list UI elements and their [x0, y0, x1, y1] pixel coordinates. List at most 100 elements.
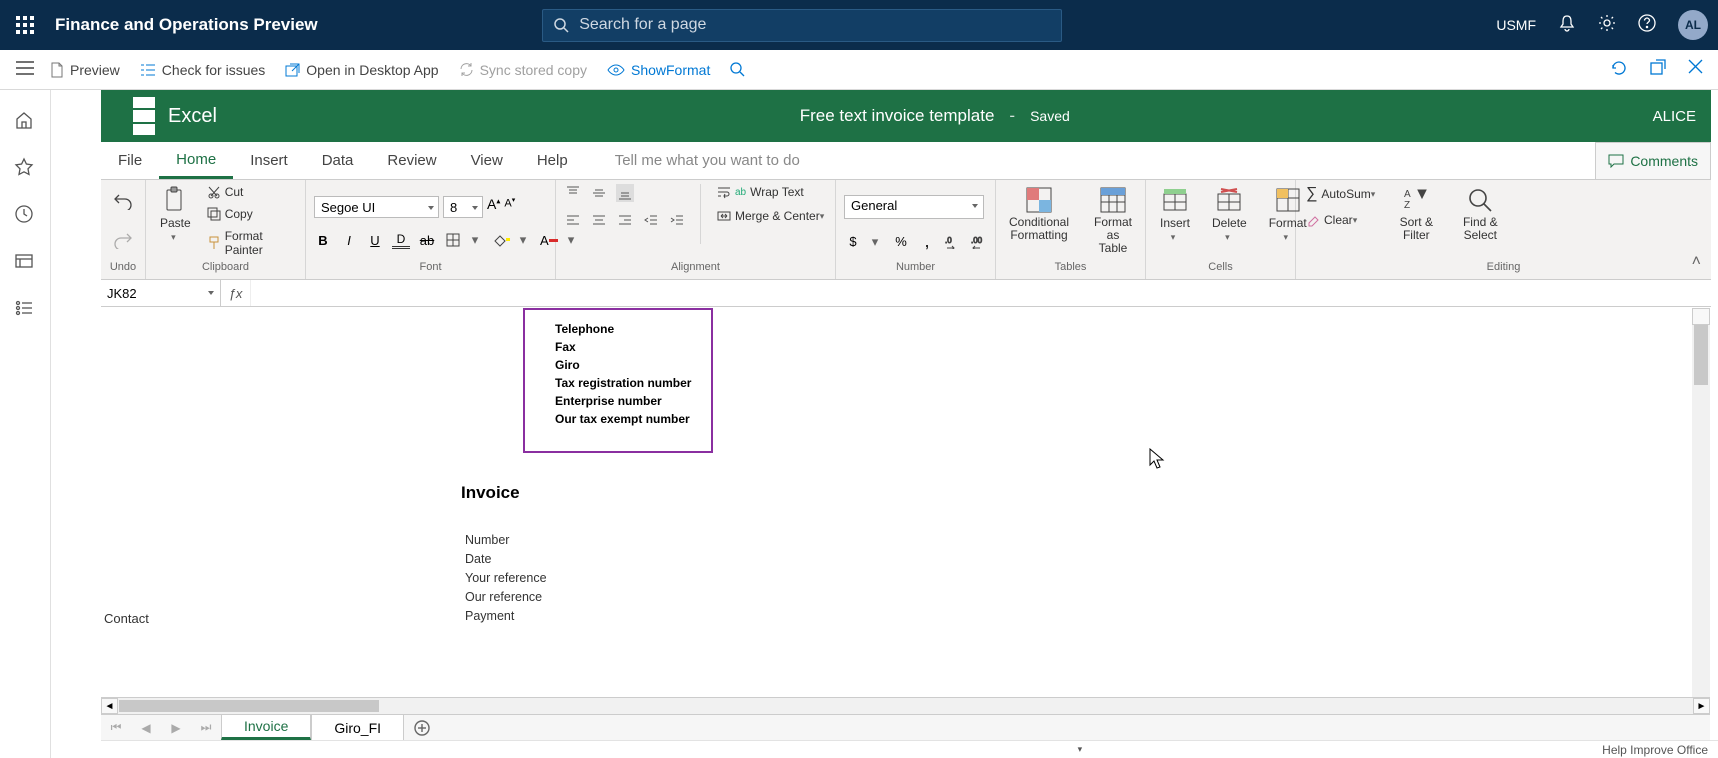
scroll-thumb[interactable] [1694, 325, 1708, 385]
clock-icon[interactable] [14, 204, 36, 226]
popout-button[interactable] [1650, 59, 1666, 80]
conditional-formatting-button[interactable]: Conditional Formatting [1004, 184, 1074, 244]
vertical-scrollbar[interactable] [1692, 308, 1710, 698]
group-tables-label: Tables [1004, 261, 1137, 277]
sheet-tab-giro[interactable]: Giro_FI [311, 715, 404, 740]
bell-icon[interactable] [1558, 14, 1576, 37]
search-placeholder: Search for a page [579, 16, 706, 34]
search-toolbar-button[interactable] [730, 62, 745, 77]
increase-decimal-button[interactable]: .0 [944, 233, 962, 251]
cond-format-icon [1025, 186, 1053, 214]
scroll-left-icon[interactable]: ◄ [101, 698, 118, 714]
comments-button[interactable]: Comments [1595, 142, 1711, 179]
increase-font-icon[interactable]: A▴ [487, 196, 500, 218]
collapse-ribbon-icon[interactable]: ˄ [1692, 253, 1701, 271]
help-improve-link[interactable]: Help Improve Office [1602, 743, 1708, 757]
sheet-nav-next-icon[interactable]: ▶ [161, 715, 191, 740]
check-issues-button[interactable]: Check for issues [140, 62, 265, 78]
scroll-up-icon[interactable] [1692, 308, 1710, 325]
fx-icon[interactable]: ƒx [221, 280, 251, 306]
number-format-select[interactable]: General [844, 195, 984, 219]
show-format-button[interactable]: ShowFormat [607, 62, 710, 78]
horizontal-scrollbar[interactable]: ◄ ► [101, 697, 1710, 714]
find-select-button[interactable]: Find & Select [1455, 184, 1505, 244]
help-icon[interactable] [1638, 14, 1656, 37]
company-code[interactable]: USMF [1496, 17, 1536, 33]
increase-indent-button[interactable] [668, 212, 686, 230]
user-name[interactable]: ALICE [1653, 108, 1696, 125]
scroll-right-icon[interactable]: ► [1693, 698, 1710, 714]
comma-button[interactable]: , [918, 233, 936, 251]
delete-cell-icon [1215, 186, 1243, 214]
tab-home[interactable]: Home [159, 142, 233, 179]
merge-center-button[interactable]: Merge & Center▾ [715, 208, 826, 224]
fill-color-button[interactable] [492, 231, 510, 249]
strikethrough-button[interactable]: ab [418, 231, 436, 249]
add-sheet-button[interactable] [404, 715, 440, 740]
tab-insert[interactable]: Insert [233, 142, 305, 179]
sheet-nav-last-icon[interactable]: ⏭ [191, 715, 221, 740]
align-right-button[interactable] [616, 212, 634, 230]
gear-icon[interactable] [1598, 14, 1616, 37]
align-top-button[interactable] [564, 184, 582, 202]
home-icon[interactable] [14, 110, 36, 132]
preview-button[interactable]: Preview [50, 62, 120, 78]
tab-review[interactable]: Review [370, 142, 453, 179]
list-icon[interactable] [14, 298, 36, 320]
format-painter-button[interactable]: Format Painter [205, 228, 297, 258]
open-desktop-button[interactable]: Open in Desktop App [285, 62, 438, 78]
undo-button[interactable] [113, 192, 133, 215]
align-bottom-button[interactable] [616, 184, 634, 202]
clear-button[interactable]: Clear▾ [1304, 212, 1377, 228]
wrap-text-button[interactable]: abWrap Text [715, 184, 826, 200]
tell-me-input[interactable]: Tell me what you want to do [585, 142, 830, 179]
star-icon[interactable] [14, 157, 36, 179]
decrease-font-icon[interactable]: A▾ [504, 196, 515, 218]
double-underline-button[interactable]: D [392, 231, 410, 249]
copy-button[interactable]: Copy [205, 206, 297, 222]
align-middle-button[interactable] [590, 184, 608, 202]
percent-button[interactable]: % [892, 233, 910, 251]
tab-data[interactable]: Data [305, 142, 371, 179]
paste-button[interactable]: Paste▾ [154, 184, 197, 245]
app-launcher-icon[interactable] [10, 10, 40, 40]
insert-cells-button[interactable]: Insert▾ [1154, 184, 1196, 245]
table-icon [1099, 186, 1127, 214]
cut-button[interactable]: Cut [205, 184, 297, 200]
italic-button[interactable]: I [340, 231, 358, 249]
document-title[interactable]: Free text invoice template [800, 106, 995, 126]
close-button[interactable] [1688, 59, 1703, 80]
tab-help[interactable]: Help [520, 142, 585, 179]
sort-filter-button[interactable]: AZSort & Filter [1391, 184, 1441, 244]
border-button[interactable] [444, 231, 462, 249]
search-input[interactable]: Search for a page [542, 9, 1062, 42]
underline-button[interactable]: U [366, 231, 384, 249]
scroll-thumb[interactable] [119, 700, 379, 712]
align-center-button[interactable] [590, 212, 608, 230]
font-size-select[interactable]: 8 [443, 196, 483, 218]
decrease-indent-button[interactable] [642, 212, 660, 230]
name-box[interactable]: JK82 [101, 280, 221, 306]
format-as-table-button[interactable]: Format as Table [1088, 184, 1138, 258]
tab-file[interactable]: File [101, 142, 159, 179]
refresh-button[interactable] [1610, 59, 1628, 80]
avatar[interactable]: AL [1678, 10, 1708, 40]
autosum-button[interactable]: ∑AutoSum▾ [1304, 184, 1377, 204]
tab-view[interactable]: View [454, 142, 520, 179]
hamburger-button[interactable] [12, 55, 38, 81]
sheet-tab-invoice[interactable]: Invoice [221, 715, 311, 740]
sheet-nav-first-icon[interactable]: ⏮ [101, 715, 131, 740]
align-left-button[interactable] [564, 212, 582, 230]
svg-text:Z: Z [1404, 200, 1410, 211]
font-name-select[interactable]: Segoe UI [314, 196, 439, 218]
sheet-nav-prev-icon[interactable]: ◀ [131, 715, 161, 740]
status-caret-icon[interactable]: ▾ [1078, 744, 1083, 755]
currency-button[interactable]: $ [844, 233, 862, 251]
module-icon[interactable] [14, 251, 36, 273]
delete-cells-button[interactable]: Delete▾ [1206, 184, 1253, 245]
find-icon [1466, 186, 1494, 214]
bold-button[interactable]: B [314, 231, 332, 249]
decrease-decimal-button[interactable]: .00 [970, 233, 988, 251]
worksheet[interactable]: Telephone Fax Giro Tax registration numb… [101, 308, 1710, 698]
redo-button[interactable] [113, 231, 133, 254]
